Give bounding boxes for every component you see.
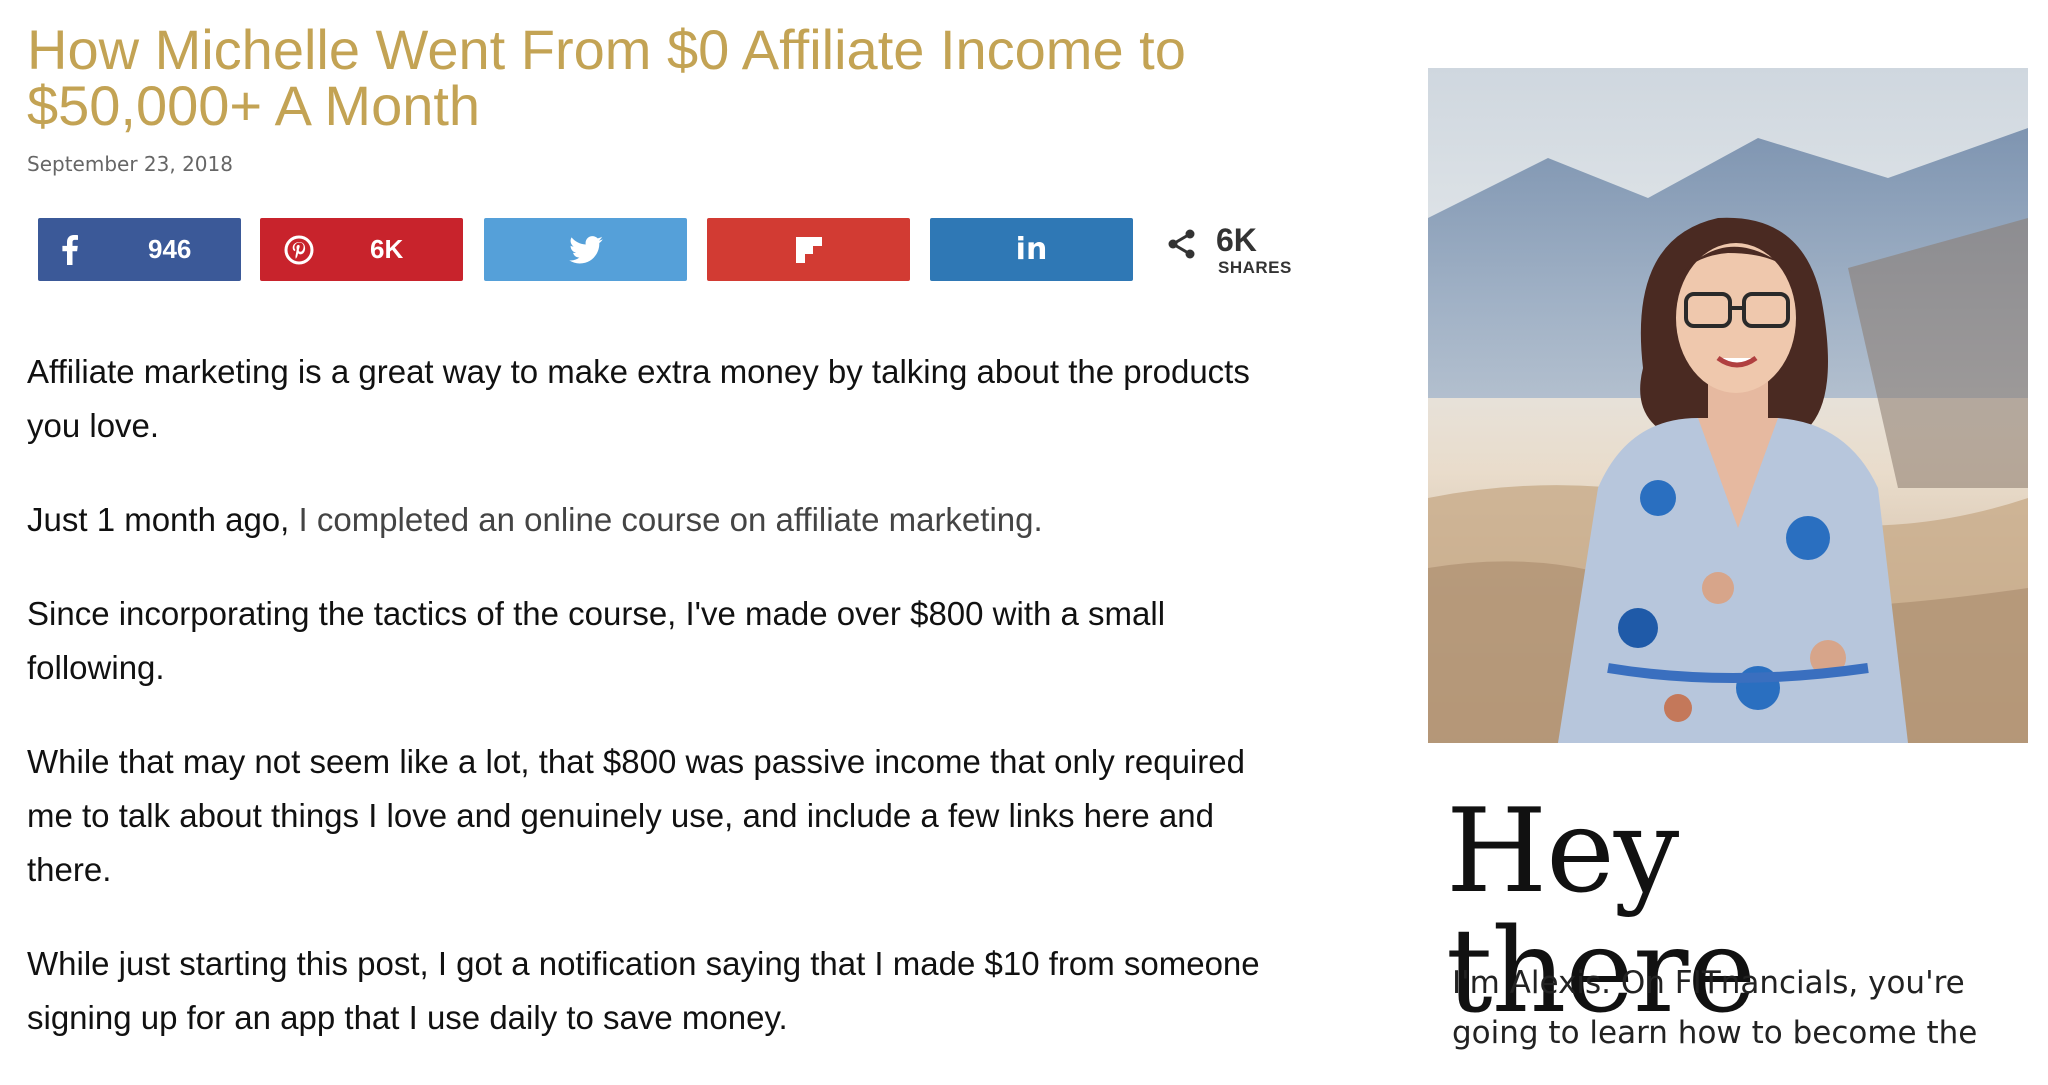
facebook-share-count: 946 bbox=[148, 234, 192, 264]
flipboard-icon bbox=[707, 218, 910, 281]
paragraph: While that may not seem like a lot, that… bbox=[27, 743, 1245, 888]
twitter-share-button[interactable] bbox=[484, 218, 687, 281]
post-body: Affiliate marketing is a great way to ma… bbox=[27, 345, 1287, 1085]
share-total-count: 6K bbox=[1216, 222, 1257, 258]
linkedin-icon: in bbox=[1015, 232, 1048, 267]
paragraph-text: Just 1 month ago, bbox=[27, 501, 299, 538]
post-title: How Michelle Went From $0 Affiliate Inco… bbox=[27, 18, 1186, 137]
paragraph: While just starting this post, I got a n… bbox=[27, 945, 1260, 1036]
facebook-icon bbox=[62, 218, 78, 281]
flipboard-share-button[interactable] bbox=[707, 218, 910, 281]
pinterest-icon bbox=[284, 218, 314, 281]
pinterest-share-count: 6K bbox=[370, 234, 404, 264]
paragraph: Just 1 month ago, I completed an online … bbox=[27, 493, 1287, 547]
share-icon bbox=[1166, 228, 1198, 265]
pinterest-share-button[interactable]: 6K bbox=[260, 218, 463, 281]
course-link[interactable]: I completed an online course on affiliat… bbox=[299, 501, 1043, 538]
post-date: September 23, 2018 bbox=[27, 152, 233, 176]
linkedin-share-button[interactable]: in bbox=[930, 218, 1133, 281]
twitter-icon bbox=[484, 218, 687, 281]
paragraph: Since incorporating the tactics of the c… bbox=[27, 595, 1166, 686]
share-total-label: SHARES bbox=[1218, 258, 1292, 277]
facebook-share-button[interactable]: 946 bbox=[38, 218, 241, 281]
paragraph: Affiliate marketing is a great way to ma… bbox=[27, 353, 1250, 444]
sidebar-intro: I'm Alexis. On FITnancials, you're going… bbox=[1452, 965, 1978, 1051]
author-photo bbox=[1428, 68, 2028, 743]
